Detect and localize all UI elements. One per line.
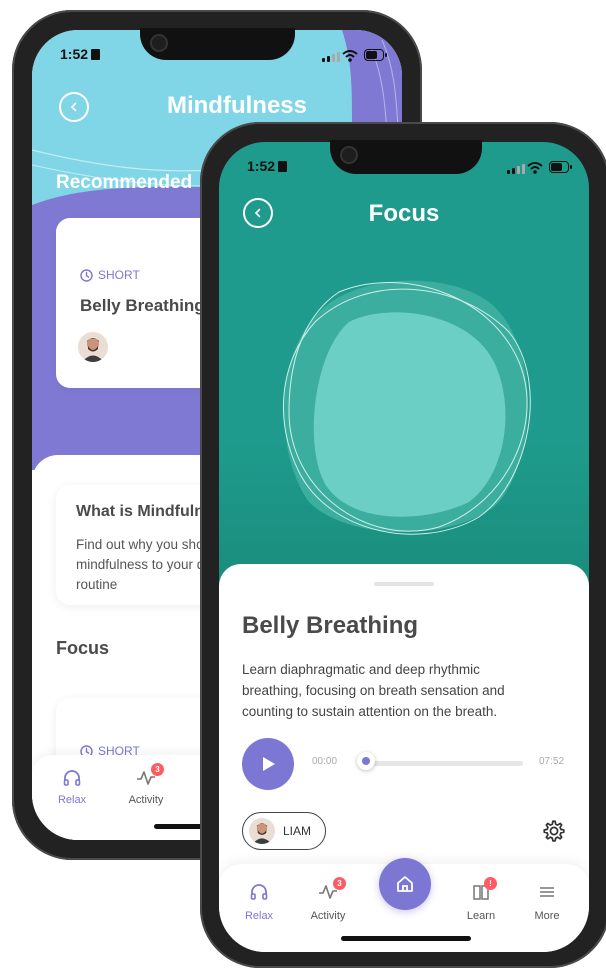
nav-label: More [534, 910, 560, 922]
battery-icon [364, 49, 387, 61]
duration-tag: SHORT [80, 268, 140, 282]
nav-label: Relax [57, 794, 87, 806]
status-time: 1:52 [60, 46, 89, 62]
recommended-heading: Recommended [56, 172, 193, 193]
card-body-line: routine [76, 577, 118, 592]
status-bar: 1:52 [60, 46, 101, 62]
nav-relax[interactable]: Relax [237, 882, 281, 922]
front-phone: 1:52 Focus Belly Breathing Learn diaphra… [200, 122, 606, 968]
sheet-handle[interactable] [374, 582, 434, 586]
nav-activity[interactable]: Activity 3 [300, 877, 356, 922]
nav-relax[interactable]: Relax [50, 768, 94, 806]
battery-icon [549, 161, 572, 173]
notch [330, 140, 482, 174]
settings-gear-icon[interactable] [541, 818, 567, 844]
activity-badge: 3 [151, 763, 164, 776]
duration-tag-label: SHORT [98, 268, 140, 282]
play-icon [263, 757, 275, 771]
narrator-avatar [249, 818, 275, 844]
narrator-name: LIAM [283, 824, 312, 838]
camera [340, 146, 358, 164]
headphones-icon [63, 770, 81, 786]
activity-badge: 3 [333, 877, 346, 890]
headphones-icon [250, 884, 268, 900]
breathing-visual [282, 280, 531, 535]
nav-home-button[interactable] [379, 858, 431, 910]
page-title: Focus [368, 200, 440, 227]
status-time: 1:52 [247, 158, 276, 174]
back-button[interactable] [59, 92, 89, 122]
nav-label: Activity [310, 910, 346, 922]
play-button[interactable] [242, 738, 294, 790]
person-icon [82, 338, 104, 362]
home-icon [397, 876, 413, 892]
focus-heading: Focus [56, 638, 110, 658]
camera [150, 34, 168, 52]
page-title: Mindfulness [166, 92, 307, 119]
nav-activity[interactable]: Activity 3 [118, 763, 174, 806]
track-description-line: Learn diaphragmatic and deep rhythmic [242, 662, 480, 677]
progress-track[interactable] [367, 761, 523, 766]
person-icon [252, 823, 272, 844]
signal-icon [507, 164, 525, 174]
nav-label: Learn [466, 910, 496, 922]
nav-label: Relax [244, 910, 274, 922]
time-current: 00:00 [312, 756, 338, 767]
progress-thumb[interactable] [357, 752, 375, 770]
clock-icon [80, 268, 93, 282]
menu-icon [540, 887, 554, 897]
learn-badge: ! [484, 877, 497, 890]
status-bar: 1:52 [247, 158, 288, 174]
card-title: Belly Breathing [80, 296, 205, 315]
chevron-left-icon [70, 102, 77, 112]
chevron-left-icon [254, 208, 261, 218]
wifi-icon [527, 162, 543, 174]
narrator-chip[interactable]: LIAM [242, 812, 326, 850]
narrator-avatar [78, 332, 108, 362]
back-button[interactable] [243, 198, 273, 228]
track-description-line: counting to sustain attention on the bre… [242, 704, 498, 719]
notch [140, 28, 295, 60]
track-title: Belly Breathing [242, 612, 419, 639]
time-total: 07:52 [539, 756, 565, 767]
home-indicator [341, 936, 471, 941]
track-description-line: breathing, focusing on breath sensation … [242, 683, 505, 698]
nav-more[interactable]: More [525, 882, 569, 922]
wifi-icon [342, 50, 358, 62]
signal-icon [322, 52, 340, 62]
nav-label: Activity [128, 794, 164, 806]
focus-screen: 1:52 Focus Belly Breathing Learn diaphra… [219, 142, 589, 952]
nav-learn[interactable]: Learn ! [459, 877, 503, 922]
